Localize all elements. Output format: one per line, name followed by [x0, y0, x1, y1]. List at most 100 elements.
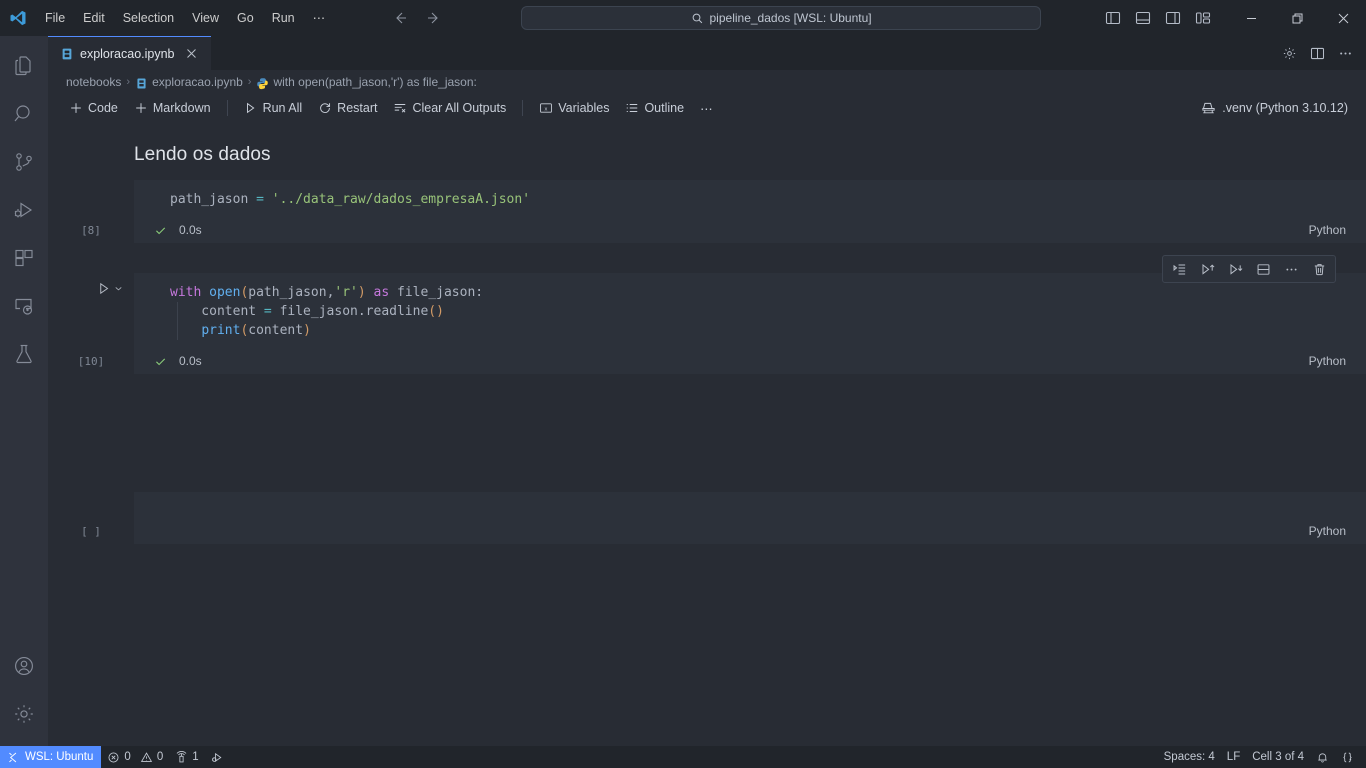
- title-bar: File Edit Selection View Go Run ⋯ pipeli…: [0, 0, 1366, 36]
- menu-bar: File Edit Selection View Go Run ⋯: [36, 0, 334, 36]
- clear-all-outputs-button[interactable]: Clear All Outputs: [386, 99, 513, 117]
- navigation-arrows: [390, 8, 444, 28]
- outline-icon: [625, 101, 639, 115]
- status-run-debug[interactable]: [205, 746, 230, 768]
- cell-language-label[interactable]: Python: [1309, 354, 1346, 368]
- delete-cell-icon[interactable]: [1305, 257, 1333, 281]
- plus-icon: [69, 101, 83, 115]
- sidebar-item-testing[interactable]: [0, 330, 48, 378]
- close-icon[interactable]: [183, 45, 201, 63]
- add-code-cell-button[interactable]: Code: [62, 99, 125, 117]
- arrow-right-icon[interactable]: [424, 8, 444, 28]
- settings-gear-icon[interactable]: [1276, 40, 1302, 66]
- status-notifications[interactable]: [1310, 746, 1335, 768]
- sidebar-item-extensions[interactable]: [0, 234, 48, 282]
- menu-run[interactable]: Run: [264, 7, 303, 29]
- breadcrumb-item-file[interactable]: exploracao.ipynb: [135, 75, 243, 90]
- menu-edit[interactable]: Edit: [75, 7, 113, 29]
- indent-guide: [177, 302, 178, 340]
- kernel-selector-button[interactable]: .venv (Python 3.10.12): [1195, 99, 1354, 118]
- status-remote-indicator[interactable]: WSL: Ubuntu: [0, 746, 102, 768]
- toggle-panel-icon[interactable]: [1130, 5, 1156, 31]
- toolbar-separator: [522, 100, 524, 116]
- arrow-left-icon[interactable]: [390, 8, 410, 28]
- run-cell-button[interactable]: [97, 281, 124, 296]
- cell-status-bar: [10] 0.0s Python: [78, 348, 1366, 374]
- toggle-secondary-sidebar-icon[interactable]: [1160, 5, 1186, 31]
- toggle-primary-sidebar-icon[interactable]: [1100, 5, 1126, 31]
- braces-icon: [1341, 751, 1354, 764]
- vscode-logo-icon: [0, 0, 36, 36]
- output-collapsed-ellipsis[interactable]: ···: [48, 382, 134, 397]
- status-indentation[interactable]: Spaces: 4: [1158, 746, 1221, 768]
- window-close-button[interactable]: [1320, 0, 1366, 36]
- split-editor-icon[interactable]: [1304, 40, 1330, 66]
- cell-body[interactable]: with open(path_jason,'r') as file_jason:…: [78, 273, 1366, 374]
- menu-selection[interactable]: Selection: [115, 7, 182, 29]
- add-markdown-cell-button[interactable]: Markdown: [127, 99, 218, 117]
- sidebar-item-run-and-debug[interactable]: [0, 186, 48, 234]
- breadcrumb-item-symbol[interactable]: with open(path_jason,'r') as file_jason:: [256, 75, 477, 90]
- breadcrumb-item-notebooks[interactable]: notebooks: [66, 75, 121, 89]
- cell-status-bar: [8] 0.0s Python: [81, 217, 1366, 243]
- quick-input-box[interactable]: pipeline_dados [WSL: Ubuntu]: [521, 6, 1042, 30]
- cell-language-label[interactable]: Python: [1309, 223, 1346, 237]
- status-problems[interactable]: 0 0: [101, 746, 169, 768]
- window-minimize-button[interactable]: [1228, 0, 1274, 36]
- cell-language-label[interactable]: Python: [1309, 524, 1346, 538]
- restart-kernel-label: Restart: [337, 101, 378, 115]
- more-actions-icon[interactable]: [1332, 40, 1358, 66]
- cell-output: ···: [48, 374, 1366, 448]
- accounts-icon[interactable]: [0, 642, 48, 690]
- layout-controls: [1100, 5, 1228, 31]
- restart-kernel-button[interactable]: Restart: [311, 99, 384, 117]
- notebook-icon: [60, 47, 74, 61]
- manage-gear-icon[interactable]: [0, 690, 48, 738]
- cell-source[interactable]: path_jason = '../data_raw/dados_empresaA…: [134, 180, 1366, 217]
- outline-button[interactable]: Outline: [618, 99, 691, 117]
- window-restore-button[interactable]: [1274, 0, 1320, 36]
- run-above-icon[interactable]: [1193, 257, 1221, 281]
- execute-above-icon[interactable]: [1165, 257, 1193, 281]
- notebook-toolbar-more-button[interactable]: ⋯: [693, 99, 720, 118]
- sidebar-item-remote-explorer[interactable]: [0, 282, 48, 330]
- menu-file[interactable]: File: [37, 7, 73, 29]
- window-controls: [1228, 0, 1366, 36]
- variables-button[interactable]: x Variables: [532, 99, 616, 117]
- menu-go[interactable]: Go: [229, 7, 262, 29]
- search-icon: [691, 12, 704, 25]
- variables-label: Variables: [558, 101, 610, 115]
- quick-input-wrap: pipeline_dados [WSL: Ubuntu]: [462, 6, 1100, 30]
- status-ports[interactable]: 1: [169, 746, 204, 768]
- run-all-label: Run All: [262, 101, 303, 115]
- tab-label: exploracao.ipynb: [80, 46, 175, 61]
- menu-view[interactable]: View: [184, 7, 227, 29]
- split-cell-icon[interactable]: [1249, 257, 1277, 281]
- kernel-label: .venv (Python 3.10.12): [1222, 101, 1348, 115]
- customize-layout-icon[interactable]: [1190, 5, 1216, 31]
- code-cell-2: with open(path_jason,'r') as file_jason:…: [48, 255, 1366, 448]
- markdown-cell[interactable]: Lendo os dados: [48, 130, 1366, 180]
- breadcrumb-label-2: with open(path_jason,'r') as file_jason:: [273, 75, 477, 89]
- warning-count: 0: [156, 751, 164, 763]
- tab-exploracao-ipynb[interactable]: exploracao.ipynb: [48, 36, 211, 70]
- run-below-icon[interactable]: [1221, 257, 1249, 281]
- status-remote-tunnel[interactable]: [1335, 746, 1360, 768]
- error-count: 0: [124, 751, 131, 763]
- status-bar: WSL: Ubuntu 0 0 1 Spaces: 4 LF Cell 3 of…: [0, 746, 1366, 768]
- status-eol[interactable]: LF: [1221, 746, 1246, 768]
- menu-overflow-button[interactable]: ⋯: [305, 7, 334, 29]
- status-cell-position[interactable]: Cell 3 of 4: [1246, 746, 1310, 768]
- chevron-down-icon: [115, 287, 122, 291]
- cell-body[interactable]: [ ] Python: [81, 492, 1366, 544]
- quick-input-text: pipeline_dados [WSL: Ubuntu]: [709, 11, 872, 25]
- run-all-button[interactable]: Run All: [237, 99, 310, 117]
- status-bar-right: Spaces: 4 LF Cell 3 of 4: [1158, 746, 1366, 768]
- cell-body[interactable]: path_jason = '../data_raw/dados_empresaA…: [81, 180, 1366, 243]
- sidebar-item-explorer[interactable]: [0, 42, 48, 90]
- cell-source[interactable]: with open(path_jason,'r') as file_jason:…: [134, 273, 1366, 348]
- sidebar-item-search[interactable]: [0, 90, 48, 138]
- warning-icon: [140, 751, 153, 764]
- sidebar-item-source-control[interactable]: [0, 138, 48, 186]
- more-actions-icon[interactable]: [1277, 257, 1305, 281]
